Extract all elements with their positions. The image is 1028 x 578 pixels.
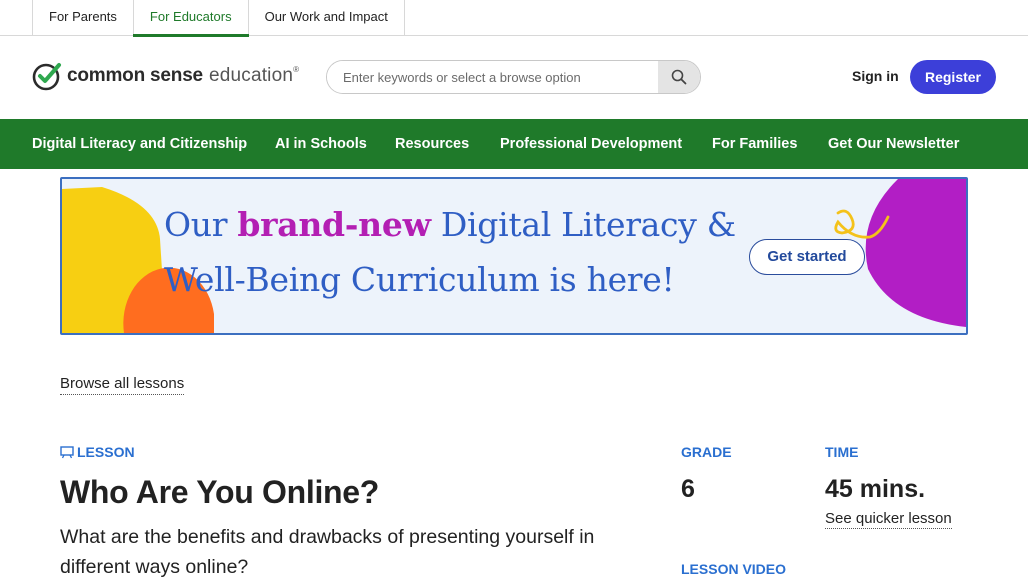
logo-word-common-sense: common sense xyxy=(67,65,203,86)
lesson-subtitle: What are the benefits and drawbacks of p… xyxy=(60,526,595,578)
main-navigation: Digital Literacy and Citizenship AI in S… xyxy=(0,119,1028,169)
nav-resources[interactable]: Resources xyxy=(395,119,469,169)
presentation-board-icon xyxy=(60,446,74,459)
search-icon xyxy=(671,69,687,85)
sign-in-link[interactable]: Sign in xyxy=(852,68,899,84)
nav-digital-literacy[interactable]: Digital Literacy and Citizenship xyxy=(32,119,247,169)
see-quicker-lesson-link[interactable]: See quicker lesson xyxy=(825,510,952,529)
curriculum-banner[interactable]: Our brand-new Digital Literacy & Well-Be… xyxy=(60,177,968,335)
tab-our-work-and-impact[interactable]: Our Work and Impact xyxy=(249,0,405,36)
logo-word-education: education® xyxy=(208,65,300,86)
tab-for-parents[interactable]: For Parents xyxy=(33,0,134,36)
audience-tab-group: For Parents For Educators Our Work and I… xyxy=(32,0,405,37)
search-input[interactable] xyxy=(327,61,658,93)
purple-shape xyxy=(865,179,966,327)
nav-professional-development[interactable]: Professional Development xyxy=(500,119,682,169)
nav-for-families[interactable]: For Families xyxy=(712,119,797,169)
lesson-video-label: LESSON VIDEO xyxy=(681,561,787,577)
browse-all-lessons-link[interactable]: Browse all lessons xyxy=(60,375,185,395)
grade-label: GRADE xyxy=(681,444,732,460)
audience-tabs: For Parents For Educators Our Work and I… xyxy=(0,0,1028,37)
common-sense-education-logo[interactable]: common sense education® xyxy=(32,61,299,91)
lesson-type-tag: LESSON xyxy=(60,444,135,460)
tab-for-educators[interactable]: For Educators xyxy=(132,0,249,37)
register-button[interactable]: Register xyxy=(910,60,996,94)
checkmark-logo-icon xyxy=(32,63,61,91)
lesson-title: Who Are You Online? xyxy=(60,474,380,510)
time-value: 45 mins. xyxy=(825,475,926,503)
search-button[interactable] xyxy=(658,61,700,93)
banner-highlight: brand-new xyxy=(237,205,431,244)
banner-headline: Our brand-new Digital Literacy & Well-Be… xyxy=(164,205,736,299)
nav-newsletter[interactable]: Get Our Newsletter xyxy=(828,119,959,169)
site-header: common sense education® Sign in Register xyxy=(0,36,1028,119)
lesson-tag-label: LESSON xyxy=(77,444,135,460)
search-bar xyxy=(326,60,701,94)
get-started-button[interactable]: Get started xyxy=(749,239,865,275)
nav-ai-in-schools[interactable]: AI in Schools xyxy=(275,119,367,169)
time-label: TIME xyxy=(825,444,859,460)
grade-value: 6 xyxy=(681,475,695,503)
